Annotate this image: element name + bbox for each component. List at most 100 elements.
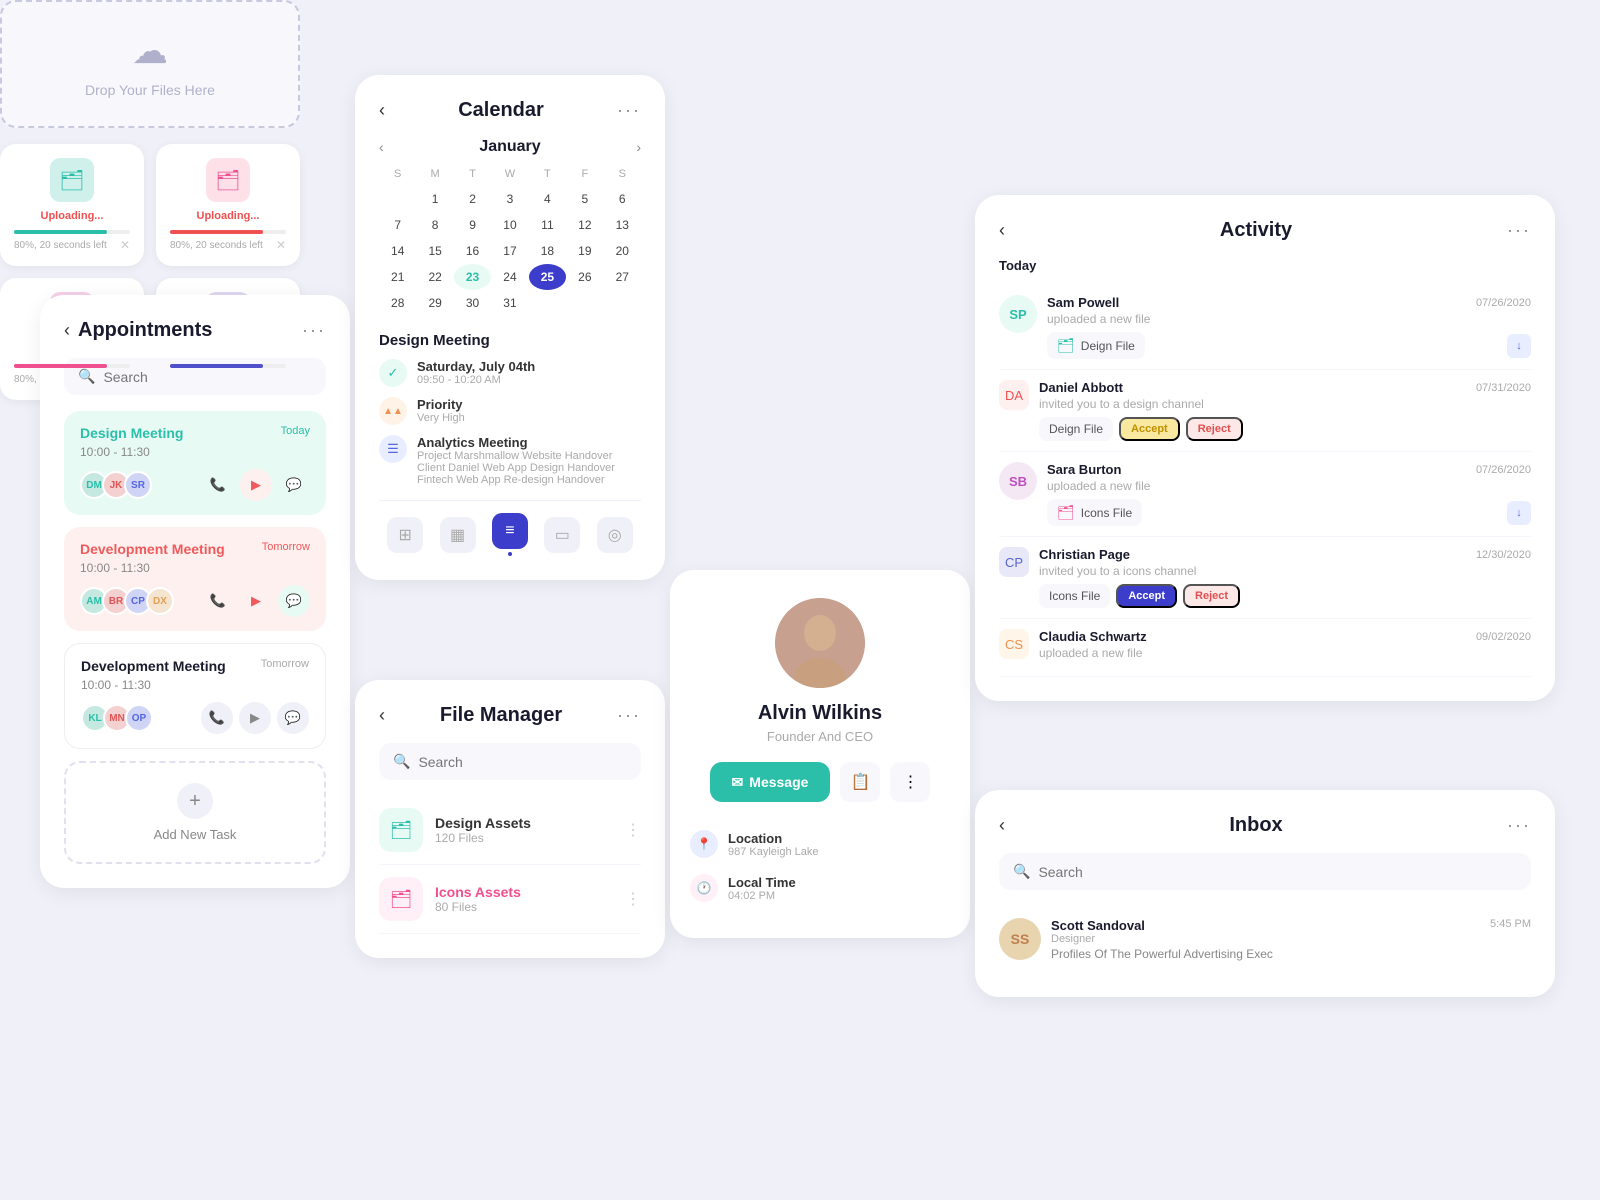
cal-day[interactable]: 4: [529, 186, 566, 212]
message-button[interactable]: 💬: [278, 585, 310, 617]
cal-nav-list[interactable]: ≡: [492, 513, 528, 556]
cal-next-arrow[interactable]: ›: [636, 139, 641, 155]
inbox-search-bar[interactable]: 🔍: [999, 853, 1531, 890]
appt-avatars-dev1: AM BR CP DX: [80, 587, 168, 615]
cal-nav-grid-icon: ⊞: [387, 517, 423, 553]
video-button[interactable]: ▶: [240, 585, 272, 617]
inbox-menu[interactable]: ···: [1507, 815, 1531, 836]
search-icon: 🔍: [393, 753, 410, 770]
activity-title: Activity: [1220, 219, 1292, 242]
accept-button-daniel[interactable]: Accept: [1119, 417, 1180, 441]
cal-day[interactable]: 15: [416, 238, 453, 264]
reject-button-christian[interactable]: Reject: [1183, 584, 1240, 608]
appointments-back-arrow[interactable]: ‹: [64, 320, 70, 341]
cal-day[interactable]: 31: [491, 290, 528, 316]
event-row-priority: ▲▲ Priority Very High: [379, 397, 641, 425]
cal-prev-arrow[interactable]: ‹: [379, 139, 384, 155]
cal-nav-main[interactable]: ⊞: [387, 517, 423, 553]
message-button[interactable]: 💬: [277, 702, 309, 734]
inbox-search-input[interactable]: [1038, 864, 1219, 880]
cal-nav-doc[interactable]: ▭: [544, 517, 580, 553]
video-button[interactable]: ▶: [239, 702, 271, 734]
cal-day[interactable]: [566, 290, 603, 316]
cal-nav-grid[interactable]: ▦: [440, 517, 476, 553]
file-manager-back-arrow[interactable]: ‹: [379, 705, 385, 726]
cal-day[interactable]: 6: [604, 186, 641, 212]
cal-day[interactable]: 2: [454, 186, 491, 212]
profile-location-label: Location: [728, 831, 819, 846]
download-button-sam[interactable]: ↓: [1507, 334, 1531, 358]
file-menu-icons[interactable]: ⋮: [625, 889, 641, 909]
file-manager-menu[interactable]: ···: [617, 705, 641, 726]
cal-day-today[interactable]: 25: [529, 264, 566, 290]
call-button[interactable]: 📞: [202, 469, 234, 501]
cal-day[interactable]: [379, 186, 416, 212]
add-task-box[interactable]: + Add New Task: [64, 761, 326, 864]
inbox-back-arrow[interactable]: ‹: [999, 815, 1005, 836]
activity-back-arrow[interactable]: ‹: [999, 220, 1005, 241]
file-item-design-assets[interactable]: 🗂 Design Assets 120 Files ⋮: [379, 796, 641, 865]
upload-cancel-1[interactable]: ✕: [120, 238, 130, 252]
file-chip-christian: Icons File: [1039, 584, 1110, 608]
file-menu-design[interactable]: ⋮: [625, 820, 641, 840]
activity-menu[interactable]: ···: [1507, 220, 1531, 241]
cal-day[interactable]: 24: [491, 264, 528, 290]
calendar-back-arrow[interactable]: ‹: [379, 100, 385, 121]
cal-day[interactable]: 17: [491, 238, 528, 264]
cal-day[interactable]: 18: [529, 238, 566, 264]
reject-button-daniel[interactable]: Reject: [1186, 417, 1243, 441]
cal-day[interactable]: 1: [416, 186, 453, 212]
cal-day[interactable]: 5: [566, 186, 603, 212]
cal-day[interactable]: 9: [454, 212, 491, 238]
call-button[interactable]: 📞: [202, 585, 234, 617]
appointment-item-dev1: Development Meeting Tomorrow 10:00 - 11:…: [64, 527, 326, 631]
cal-day[interactable]: 3: [491, 186, 528, 212]
appointments-search-input[interactable]: [103, 369, 284, 385]
cal-day[interactable]: 26: [566, 264, 603, 290]
cal-day[interactable]: 16: [454, 238, 491, 264]
inbox-name-scott: Scott Sandoval: [1051, 918, 1145, 933]
cal-day[interactable]: 29: [416, 290, 453, 316]
file-manager-search-input[interactable]: [418, 754, 599, 770]
cal-day[interactable]: 11: [529, 212, 566, 238]
activity-item-sara: SB Sara Burton 07/26/2020 uploaded a new…: [999, 452, 1531, 537]
inbox-time-scott: 5:45 PM: [1490, 918, 1531, 945]
appointments-menu[interactable]: ···: [302, 320, 326, 341]
accept-button-christian[interactable]: Accept: [1116, 584, 1177, 608]
cal-day[interactable]: 20: [604, 238, 641, 264]
cal-day[interactable]: 28: [379, 290, 416, 316]
cal-day[interactable]: 19: [566, 238, 603, 264]
file-item-icons-assets[interactable]: 🗂 Icons Assets 80 Files ⋮: [379, 865, 641, 934]
cal-day[interactable]: 7: [379, 212, 416, 238]
cal-day[interactable]: [604, 290, 641, 316]
download-button-sara[interactable]: ↓: [1507, 501, 1531, 525]
cal-day[interactable]: 27: [604, 264, 641, 290]
upload-label-2: Uploading...: [197, 210, 260, 222]
file-manager-search-bar[interactable]: 🔍: [379, 743, 641, 780]
message-button[interactable]: 💬: [278, 469, 310, 501]
cal-day[interactable]: 13: [604, 212, 641, 238]
cal-day[interactable]: 10: [491, 212, 528, 238]
call-button[interactable]: 📞: [201, 702, 233, 734]
cal-day[interactable]: [529, 290, 566, 316]
cal-day[interactable]: 8: [416, 212, 453, 238]
video-button[interactable]: ▶: [240, 469, 272, 501]
upload-cancel-2[interactable]: ✕: [276, 238, 286, 252]
cal-day-highlighted[interactable]: 23: [454, 264, 491, 290]
calendar-month-label: January: [479, 138, 540, 156]
cal-day[interactable]: 30: [454, 290, 491, 316]
upload-icon-1: 🗂: [50, 158, 94, 202]
cal-nav-check[interactable]: ◎: [597, 517, 633, 553]
message-button[interactable]: ✉ Message: [710, 762, 831, 802]
more-button[interactable]: ⋮: [890, 762, 930, 802]
copy-button[interactable]: 📋: [840, 762, 880, 802]
inbox-item-scott[interactable]: SS Scott Sandoval Designer 5:45 PM Profi…: [999, 906, 1531, 973]
calendar-menu[interactable]: ···: [617, 100, 641, 121]
cal-day[interactable]: 21: [379, 264, 416, 290]
cal-day[interactable]: 12: [566, 212, 603, 238]
cal-day[interactable]: 14: [379, 238, 416, 264]
inbox-card: ‹ Inbox ··· 🔍 SS Scott Sandoval Designer…: [975, 790, 1555, 997]
cal-day[interactable]: 22: [416, 264, 453, 290]
file-count-design: 120 Files: [435, 831, 613, 845]
drop-zone[interactable]: ☁ Drop Your Files Here: [0, 0, 300, 128]
